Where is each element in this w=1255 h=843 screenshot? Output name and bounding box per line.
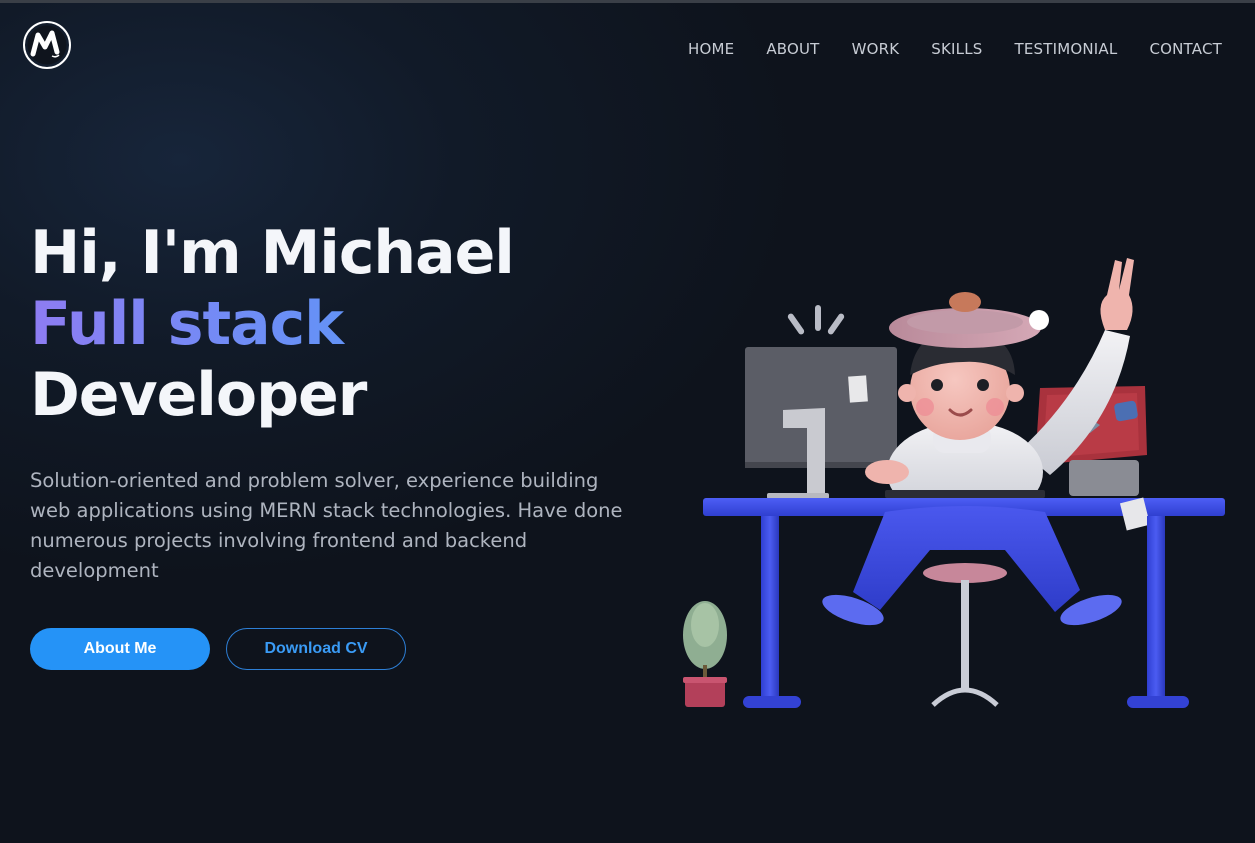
nav-testimonial[interactable]: TESTIMONIAL [1014, 38, 1117, 60]
nav-skills[interactable]: SKILLS [931, 38, 982, 60]
hero-role-highlight: Full stack [30, 289, 514, 360]
hero-heading: Hi, I'm Michael Full stack Developer [30, 218, 515, 431]
hero-description: Solution-oriented and problem solver, ex… [30, 469, 623, 582]
nav-home[interactable]: HOME [688, 38, 734, 60]
nav-work[interactable]: WORK [852, 38, 900, 60]
nav-about[interactable]: ABOUT [766, 38, 819, 60]
motion-mark-middle [815, 305, 821, 331]
main-nav: HOME ABOUT WORK SKILLS TESTIMONIAL CONTA… [688, 38, 1222, 60]
motion-mark-right [827, 313, 845, 335]
desk-leg-left [761, 516, 779, 701]
m-logo-icon[interactable] [22, 20, 72, 70]
window-top-border [0, 0, 1255, 3]
desk-leg-right [1147, 516, 1165, 701]
laptop-stand [1069, 460, 1139, 496]
hero-greeting: Hi, I'm Michael [30, 218, 515, 288]
nav-contact[interactable]: CONTACT [1149, 38, 1222, 60]
developer-character-at-desk-illustration [675, 250, 1235, 720]
motion-mark-left [787, 313, 805, 335]
hat-pompom [1029, 310, 1049, 330]
keyboard [885, 490, 1045, 498]
waving-hand [1100, 258, 1134, 330]
sticky-note [848, 375, 868, 403]
about-me-button[interactable]: About Me [30, 628, 210, 670]
download-cv-button[interactable]: Download CV [226, 628, 406, 670]
hero-role: Developer [30, 360, 367, 430]
